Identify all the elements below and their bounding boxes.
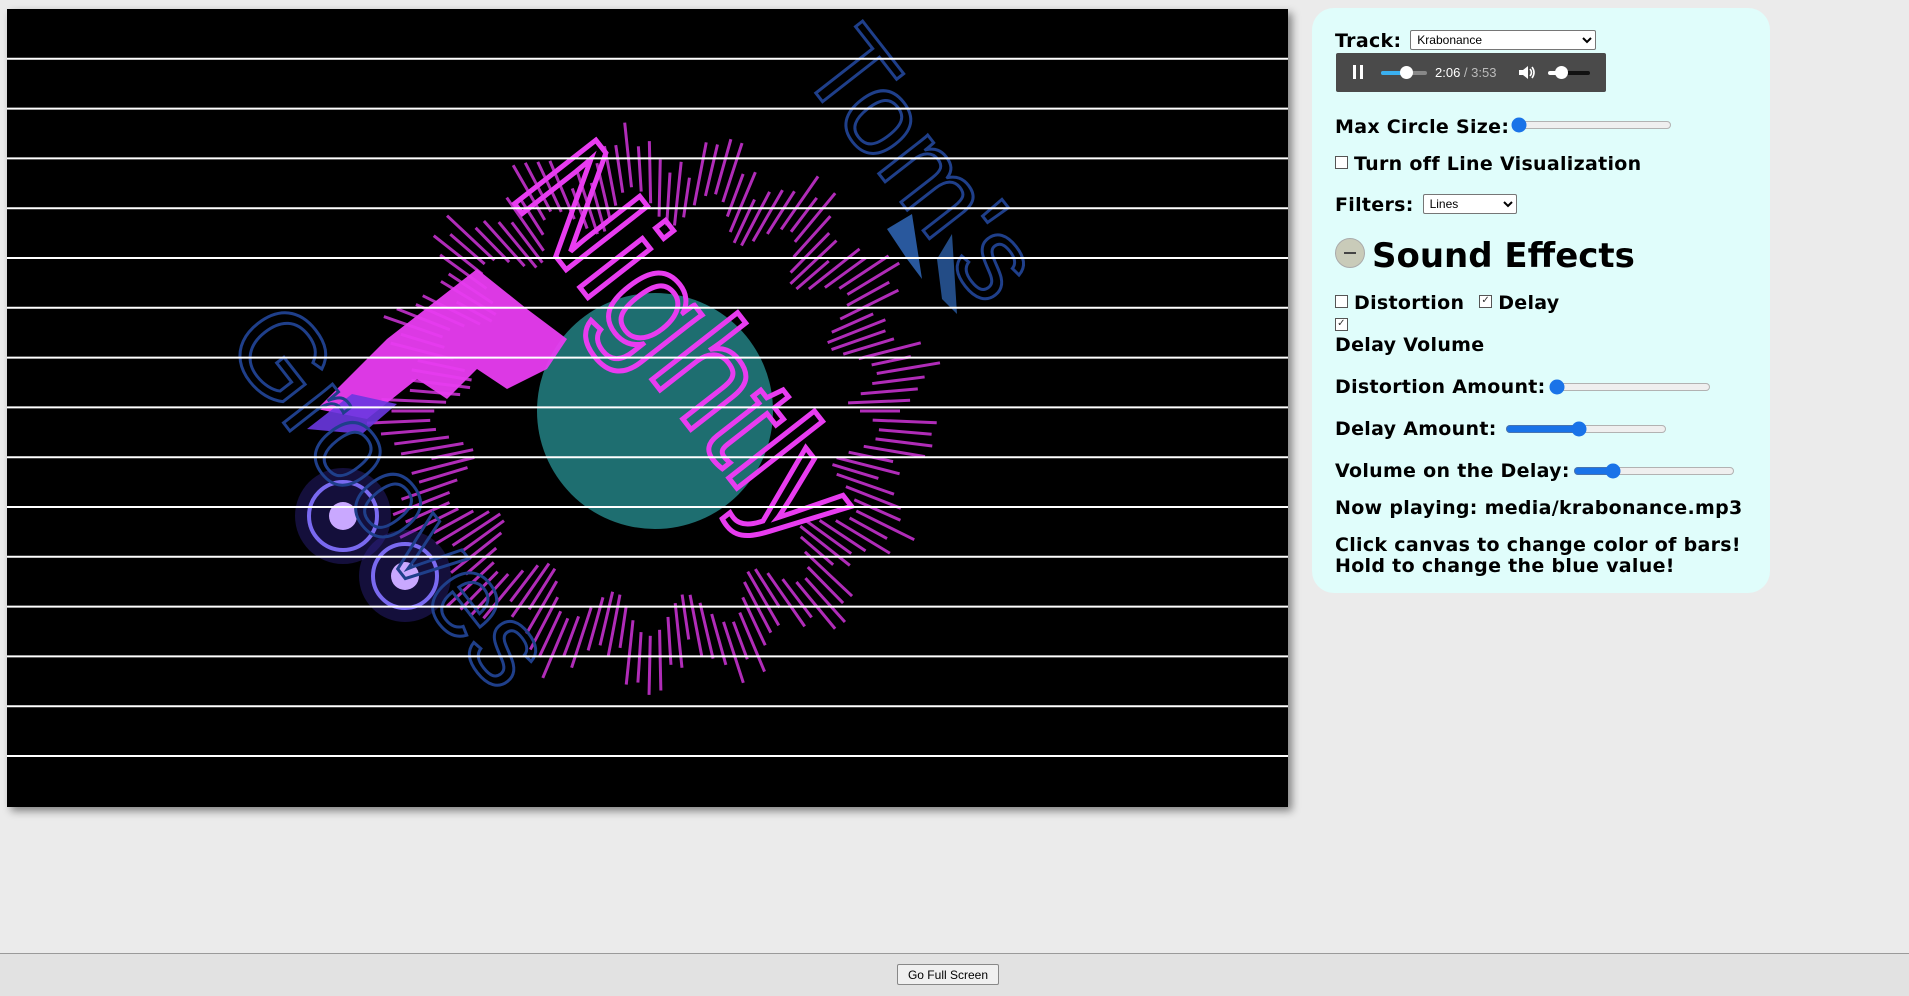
frequency-ray <box>673 602 684 668</box>
filters-row: Filters: Lines <box>1335 194 1517 216</box>
frequency-ray <box>848 398 911 405</box>
track-select[interactable]: Krabonance <box>1410 30 1597 50</box>
frequency-ray <box>878 428 932 436</box>
frequency-ray <box>876 361 941 375</box>
frequency-ray <box>738 611 766 673</box>
collapse-toggle-button[interactable] <box>1335 238 1365 268</box>
delay-label: Delay <box>1498 292 1560 314</box>
hint-line-1: Click canvas to change color of bars! <box>1335 534 1741 556</box>
hint-line-2: Hold to change the blue value! <box>1335 555 1675 577</box>
volume-icon[interactable] <box>1518 64 1536 81</box>
distortion-amount-row: Distortion Amount: <box>1335 376 1546 398</box>
current-time: 2:06 <box>1435 65 1461 80</box>
delay-volume-checkbox[interactable]: ✓ <box>1335 318 1348 331</box>
frequency-ray <box>875 437 933 448</box>
delay-amount-row: Delay Amount: <box>1335 418 1497 440</box>
distortion-amount-label: Distortion Amount: <box>1335 376 1546 398</box>
bottom-bar: Go Full Screen <box>0 953 1909 996</box>
distortion-label: Distortion <box>1354 292 1465 314</box>
duration: 3:53 <box>1471 65 1497 80</box>
frequency-ray <box>666 616 673 665</box>
visualizer-drawing: Tom's Nightly Grooves <box>7 9 1288 757</box>
line-vis-checkbox[interactable] <box>1335 156 1348 169</box>
frequency-ray <box>449 233 486 266</box>
title-word-toms: Tom's <box>777 9 1068 325</box>
line-vis-label: Turn off Line Visualization <box>1354 153 1642 175</box>
sound-effects-title: Sound Effects <box>1372 236 1635 276</box>
max-circle-label: Max Circle Size: <box>1335 116 1510 138</box>
distortion-checkbox[interactable] <box>1335 295 1348 308</box>
frequency-ray <box>680 594 691 640</box>
track-label: Track: <box>1335 30 1402 52</box>
volume-knob[interactable] <box>1554 66 1568 79</box>
delay-amount-slider[interactable] <box>1505 422 1667 436</box>
line-vis-row: Turn off Line Visualization <box>1335 153 1641 175</box>
time-display: 2:06 / 3:53 <box>1435 65 1496 80</box>
delay-volume-label: Delay Volume <box>1335 334 1485 356</box>
distortion-amount-slider[interactable] <box>1549 380 1711 394</box>
delay-checkbox[interactable]: ✓ <box>1479 295 1493 308</box>
frequency-ray <box>872 418 937 425</box>
max-circle-slider[interactable] <box>1511 118 1672 132</box>
hint-text-1: Click canvas to change color of bars! <box>1335 534 1741 556</box>
visualizer-canvas[interactable]: Tom's Nightly Grooves <box>7 9 1288 807</box>
time-separator: / <box>1460 65 1472 80</box>
audio-player: 2:06 / 3:53 <box>1336 53 1606 92</box>
track-row: Track: Krabonance <box>1335 30 1597 52</box>
frequency-ray <box>872 375 925 386</box>
frequency-ray <box>624 620 635 685</box>
frequency-ray <box>692 142 708 206</box>
delay-volume-amount-slider[interactable] <box>1573 464 1735 478</box>
frequency-ray <box>853 498 902 522</box>
control-panel: Track: Krabonance 2:06 / 3:53 Max Circle… <box>1312 8 1770 593</box>
frequency-ray <box>618 605 628 649</box>
frequency-ray <box>721 142 744 203</box>
frequency-ray <box>732 198 756 244</box>
delay-volume-amount-label: Volume on the Delay: <box>1335 460 1570 482</box>
frequency-ray <box>570 607 593 669</box>
seek-knob[interactable] <box>1399 66 1413 79</box>
delay-volume-row: Delay Volume <box>1335 334 1484 356</box>
frequency-ray <box>658 629 663 691</box>
frequency-ray <box>831 329 886 351</box>
now-playing-row: Now playing: media/krabonance.mp3 <box>1335 497 1743 519</box>
frequency-ray <box>722 621 745 684</box>
frequency-ray <box>848 516 888 540</box>
frequency-ray <box>789 196 818 233</box>
pause-icon[interactable] <box>1351 65 1365 80</box>
effects-row: Distortion ✓ Delay <box>1335 292 1560 314</box>
delay-volume-amount-row: Volume on the Delay: <box>1335 460 1570 482</box>
hint-text-2: Hold to change the blue value! <box>1335 555 1675 577</box>
delay-amount-label: Delay Amount: <box>1335 418 1497 440</box>
frequency-ray <box>846 280 890 307</box>
frequency-ray <box>741 596 767 646</box>
max-circle-row: Max Circle Size: <box>1335 116 1509 138</box>
frequency-ray <box>647 635 652 695</box>
now-playing-text: Now playing: media/krabonance.mp3 <box>1335 497 1743 519</box>
frequency-ray <box>860 387 918 396</box>
filters-select[interactable]: Lines <box>1422 194 1517 214</box>
filters-label: Filters: <box>1335 194 1414 216</box>
frequency-ray <box>831 312 874 334</box>
go-full-screen-button[interactable]: Go Full Screen <box>897 964 999 985</box>
